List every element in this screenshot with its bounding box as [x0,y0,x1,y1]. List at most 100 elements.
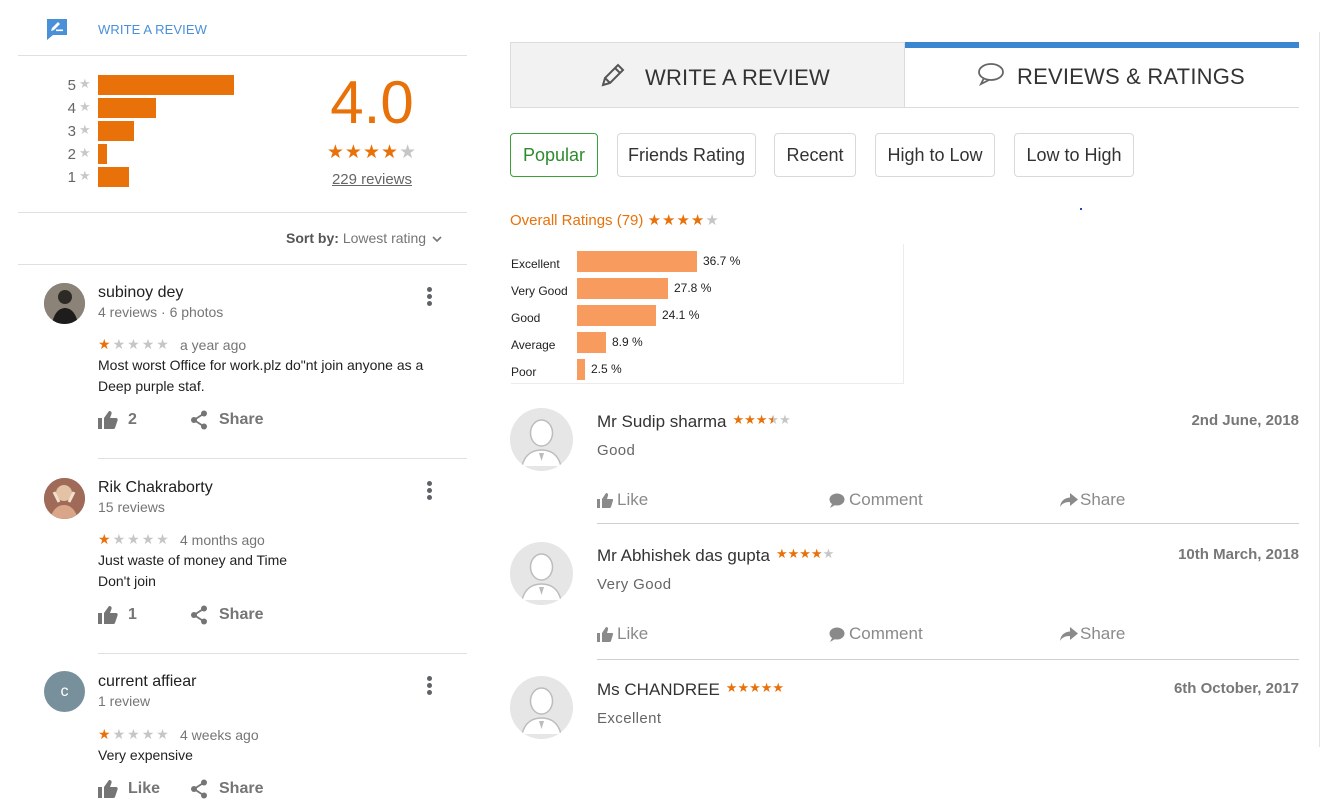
sort-dropdown[interactable]: Sort by: Lowest rating [240,230,442,246]
reviewer-name[interactable]: Mr Sudip sharma ★★★★★ [597,412,791,432]
review-date: 2nd June, 2018 [1191,412,1299,429]
star-icon: ★ [810,546,823,561]
avatar[interactable] [44,283,85,324]
star-icon: ★ [79,168,91,183]
review-time: 4 weeks ago [180,727,259,743]
avatar[interactable] [510,542,573,605]
reviewer-name-text: Mr Sudip sharma [597,412,727,431]
star-icon: ★ [79,145,91,160]
star-icon: ★ [647,212,663,229]
filter-popular[interactable]: Popular [510,133,598,177]
histogram-row: 2 ★ [64,144,244,164]
tab-reviews-ratings[interactable]: REVIEWS & RATINGS [905,42,1299,108]
star-icon: ★ [127,336,142,352]
star-icon: ★ [822,546,835,561]
star-icon: ★ [98,336,113,352]
histogram-row: 4 ★ [64,98,244,118]
distribution-label: Average [511,338,556,352]
share-label: Share [1080,624,1126,643]
distribution-pct: 8.9 % [612,335,643,349]
avatar[interactable] [510,408,573,471]
star-icon: ★ [79,76,91,91]
chevron-down-icon [432,236,442,243]
distribution-pct: 36.7 % [703,254,741,268]
avatar[interactable] [44,478,85,519]
kebab-menu-icon[interactable] [420,479,440,503]
filter-recent[interactable]: Recent [774,133,856,177]
review-date: 6th October, 2017 [1173,680,1299,697]
review-stars: ★★★★★ [776,546,834,561]
like-label: Like [617,624,649,643]
avatar[interactable] [510,676,573,739]
star-icon: ★ [141,726,157,742]
distribution-label: Poor [511,365,537,379]
thumbs-up-icon [98,780,118,798]
star-icon: ★ [799,546,811,561]
review-stars: ★★★★★ [98,336,171,353]
comment-icon [829,627,845,642]
share-icon [191,410,207,430]
kebab-menu-icon[interactable] [420,674,440,698]
star-icon: ★ [344,142,363,163]
edit-icon[interactable] [45,17,69,41]
distribution-pct: 24.1 % [662,308,700,322]
comment-label: Comment [849,490,923,509]
kebab-menu-icon[interactable] [420,285,440,309]
google-reviews-panel: WRITE A REVIEW 5 ★ 4 ★ 3 ★ 2 ★ 1 ★ 4.0 ★ [0,0,480,803]
distribution-bar [577,278,668,299]
star-icon: ★ [141,531,157,547]
star-icon: ★ [787,546,800,561]
star-icon: ★ [79,122,91,137]
share-label: Share [219,606,264,623]
reviewer-meta: 15 reviews [98,499,165,515]
sort-value: Lowest rating [342,230,427,246]
overall-stars: ★★★★★ [648,212,720,229]
divider [597,523,1299,524]
histogram-row: 5 ★ [64,75,244,95]
star-icon: ★ [725,680,738,695]
reviewer-meta: 1 review [98,693,151,709]
histogram-bar [98,144,107,164]
review-text: Most worst Office for work.plz do"nt joi… [98,357,424,394]
star-icon: ★ [98,726,113,742]
review-text: Very expensive [98,747,193,763]
sort-label: Sort by: [286,230,339,246]
star-icon: ★ [112,336,128,352]
star-icon: ★ [399,142,418,163]
distribution-bar [577,305,656,326]
histogram-bar [98,167,129,187]
share-arrow-icon [1060,493,1078,507]
filter-high-to-low[interactable]: High to Low [875,133,995,177]
review-time: 4 months ago [180,532,265,548]
star-icon: ★ [760,680,773,695]
review-time: a year ago [180,337,247,353]
review-stars: ★★★★★ [98,531,171,548]
filter-friends-rating[interactable]: Friends Rating [617,133,756,177]
avatar[interactable]: c [44,671,85,712]
write-review-link[interactable]: WRITE A REVIEW [98,22,207,37]
filter-low-to-high[interactable]: Low to High [1014,133,1134,177]
like-count: 2 [128,411,137,428]
histogram-star-number: 5 [67,77,76,94]
star-icon: ★ [326,142,345,163]
histogram-bar [98,121,134,141]
review-count-link[interactable]: 229 reviews [300,171,444,188]
review-text: Good [597,442,636,459]
review-date: 10th March, 2018 [1178,546,1299,563]
star-icon: ★ [775,546,788,561]
rating-distribution: Excellent 36.7 % Very Good 27.8 % Good 2… [511,244,904,384]
reviewer-name[interactable]: Rik Chakraborty [98,479,213,497]
average-stars: ★★★★★ [300,141,444,164]
reviewer-name[interactable]: current affiear [98,673,196,691]
star-icon: ★ [755,412,768,427]
star-icon: ★ [744,412,756,427]
share-icon [191,779,207,799]
distribution-pct: 27.8 % [674,281,712,295]
tab-write-review[interactable]: WRITE A REVIEW [510,42,905,108]
star-half-icon: ★ [767,412,780,427]
star-icon: ★ [779,412,791,427]
reviewer-name[interactable]: Ms CHANDREE ★★★★★ [597,680,784,700]
reviewer-name[interactable]: Mr Abhishek das gupta ★★★★★ [597,546,834,566]
distribution-bar [577,332,606,353]
reviewer-name[interactable]: subinoy dey [98,284,183,302]
